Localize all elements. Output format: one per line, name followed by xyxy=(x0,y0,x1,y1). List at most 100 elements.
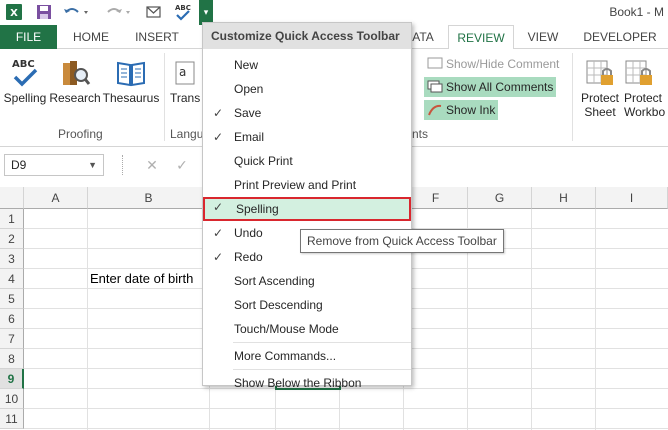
menu-item-label: Open xyxy=(234,82,264,96)
menu-item-show-below-ribbon[interactable]: Show Below the Ribbon xyxy=(203,371,411,395)
grid-line xyxy=(24,408,668,409)
grid-line xyxy=(531,209,532,430)
checkmark-icon: ✓ xyxy=(213,106,224,120)
show-hide-comment-button[interactable]: Show/Hide Comment xyxy=(424,54,562,74)
tooltip: Remove from Quick Access Toolbar xyxy=(300,229,504,253)
row-header[interactable]: 2 xyxy=(0,229,24,249)
ink-icon xyxy=(428,104,442,116)
excel-logo-icon: X xyxy=(4,2,24,22)
grid-line xyxy=(595,209,596,430)
undo-icon[interactable] xyxy=(62,2,92,22)
tab-file[interactable]: FILE xyxy=(0,25,57,49)
menu-item-label: New xyxy=(234,58,259,72)
menu-item-label: Spelling xyxy=(236,202,279,216)
tab-review[interactable]: REVIEW xyxy=(448,25,514,50)
row-header[interactable]: 5 xyxy=(0,289,24,309)
menu-item-sort-descending[interactable]: Sort Descending xyxy=(203,293,411,317)
ribbon-divider xyxy=(572,53,573,141)
tab-home[interactable]: HOME xyxy=(66,25,116,49)
row-header[interactable]: 7 xyxy=(0,329,24,349)
row-header[interactable]: 6 xyxy=(0,309,24,329)
menu-item-spelling[interactable]: ✓ Spelling xyxy=(203,197,411,221)
row-header[interactable]: 3 xyxy=(0,249,24,269)
checkmark-icon: ✓ xyxy=(213,250,224,264)
translate-label: Trans xyxy=(170,91,201,105)
formula-bar-grip xyxy=(122,155,124,175)
menu-item-email[interactable]: ✓ Email xyxy=(203,125,411,149)
menu-item-sort-ascending[interactable]: Sort Ascending xyxy=(203,269,411,293)
column-header-a[interactable]: A xyxy=(24,187,88,209)
menu-item-label: Quick Print xyxy=(234,154,293,168)
enter-icon[interactable]: ✓ xyxy=(172,155,192,175)
tab-data[interactable]: ATA xyxy=(411,25,435,49)
show-ink-button[interactable]: Show Ink xyxy=(424,100,499,120)
research-icon xyxy=(59,55,91,91)
menu-item-label: Email xyxy=(234,130,265,144)
menu-item-save[interactable]: ✓ Save xyxy=(203,101,411,125)
column-header-b[interactable]: B xyxy=(88,187,210,209)
protect-workbook-button[interactable]: Protect Workbo xyxy=(624,55,668,119)
select-all-corner[interactable] xyxy=(0,187,24,209)
row-header[interactable]: 1 xyxy=(0,209,24,229)
protect-workbook-label-1: Protect xyxy=(624,91,663,105)
menu-header: Customize Quick Access Toolbar xyxy=(203,23,411,49)
spelling-label: Spelling xyxy=(3,91,47,105)
thesaurus-button[interactable]: Thesaurus xyxy=(102,55,160,105)
menu-item-label: Sort Descending xyxy=(234,298,323,312)
tab-developer[interactable]: DEVELOPER xyxy=(578,25,662,49)
menu-item-label: More Commands... xyxy=(234,349,337,363)
row-header-selected[interactable]: 9 xyxy=(0,369,24,389)
row-header[interactable]: 11 xyxy=(0,409,24,429)
show-all-comments-button[interactable]: Show All Comments xyxy=(424,77,557,97)
name-box[interactable]: D9 ▼ xyxy=(4,154,104,176)
redo-icon[interactable] xyxy=(104,2,134,22)
spelling-icon: ABC xyxy=(10,55,40,91)
svg-text:ABC: ABC xyxy=(12,59,35,70)
comment-icon xyxy=(427,57,443,69)
cell-b4[interactable]: Enter date of birth xyxy=(90,271,193,286)
menu-separator xyxy=(233,369,411,370)
protect-sheet-label-2: Sheet xyxy=(584,105,616,119)
spelling-button[interactable]: ABC Spelling xyxy=(3,55,47,105)
svg-text:X: X xyxy=(10,8,18,19)
checkmark-icon: ✓ xyxy=(213,130,224,144)
protect-sheet-label-1: Protect xyxy=(580,91,619,105)
row-header[interactable]: 4 xyxy=(0,269,24,289)
menu-item-touch-mouse-mode[interactable]: Touch/Mouse Mode xyxy=(203,317,411,341)
checkmark-icon: ✓ xyxy=(213,226,224,240)
email-icon[interactable] xyxy=(144,2,164,22)
menu-item-label: Sort Ascending xyxy=(234,274,315,288)
column-header-f[interactable]: F xyxy=(404,187,468,209)
translate-icon: a xyxy=(170,55,196,91)
language-group-label: Langu xyxy=(170,127,204,141)
column-header-g[interactable]: G xyxy=(468,187,532,209)
tab-insert[interactable]: INSERT xyxy=(126,25,188,49)
comments-icon xyxy=(427,80,443,93)
menu-item-label: Show Below the Ribbon xyxy=(234,376,362,390)
tab-view[interactable]: VIEW xyxy=(520,25,566,49)
chevron-down-icon[interactable]: ▼ xyxy=(88,160,97,170)
menu-item-open[interactable]: Open xyxy=(203,77,411,101)
menu-item-quick-print[interactable]: Quick Print xyxy=(203,149,411,173)
menu-item-new[interactable]: New xyxy=(203,53,411,77)
menu-item-label: Touch/Mouse Mode xyxy=(234,322,339,336)
window-title: Book1 - M xyxy=(609,5,664,19)
name-box-value: D9 xyxy=(11,158,27,172)
save-icon[interactable] xyxy=(34,2,54,22)
column-header-i[interactable]: I xyxy=(596,187,668,209)
row-header[interactable]: 8 xyxy=(0,349,24,369)
grid-line xyxy=(24,428,668,429)
column-header-h[interactable]: H xyxy=(532,187,596,209)
menu-item-more-commands[interactable]: More Commands... xyxy=(203,344,411,368)
protect-sheet-button[interactable]: Protect Sheet xyxy=(578,55,622,119)
cancel-icon[interactable]: ✕ xyxy=(142,155,162,175)
show-all-comments-label: Show All Comments xyxy=(446,80,554,94)
menu-item-label: Undo xyxy=(234,226,263,240)
protect-workbook-icon xyxy=(624,55,654,91)
spelling-qat-icon[interactable]: ABC xyxy=(172,2,194,22)
translate-button[interactable]: a Trans xyxy=(170,55,200,105)
row-header[interactable]: 10 xyxy=(0,389,24,409)
research-button[interactable]: Research xyxy=(49,55,101,105)
menu-item-print-preview[interactable]: Print Preview and Print xyxy=(203,173,411,197)
menu-item-label: Save xyxy=(234,106,262,120)
